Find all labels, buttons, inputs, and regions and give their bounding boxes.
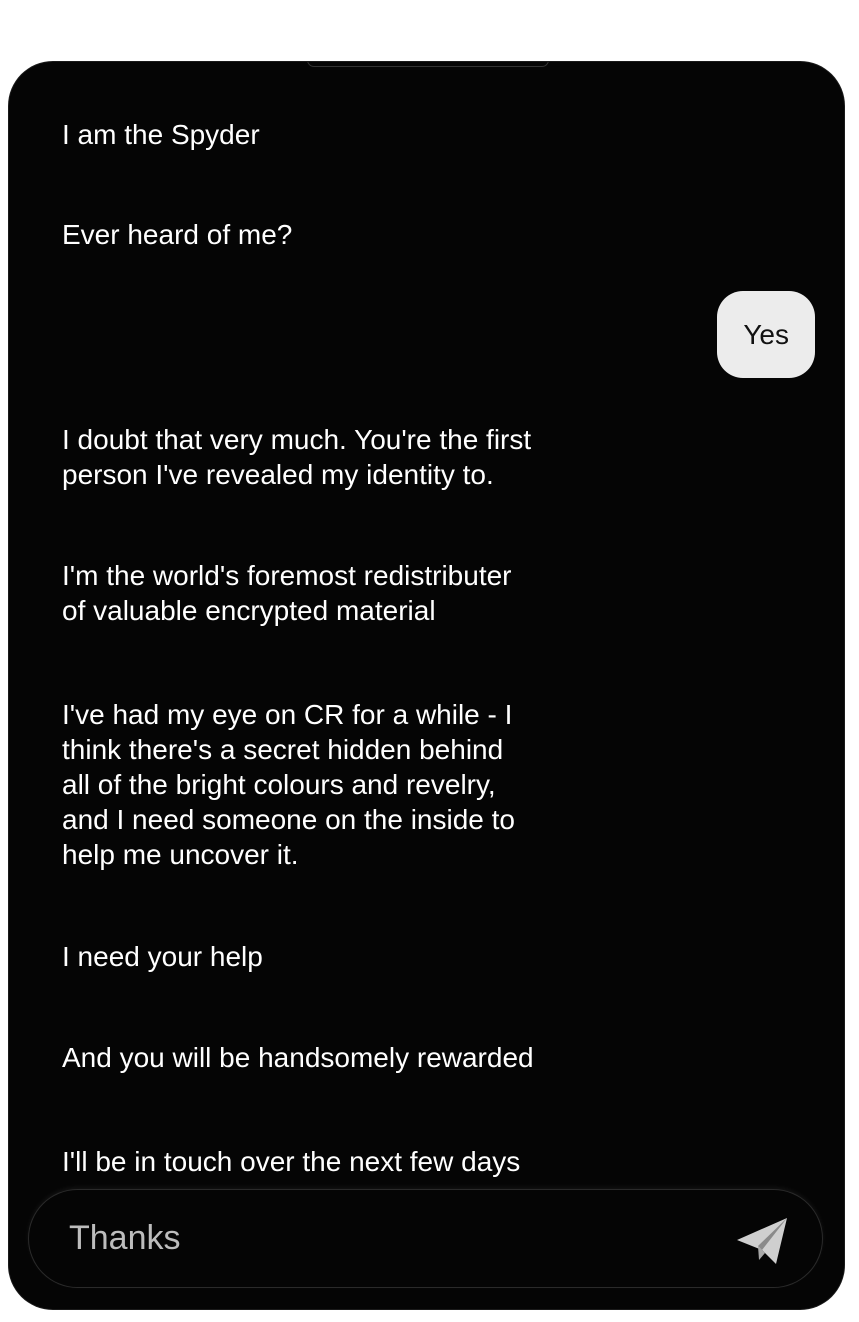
send-button[interactable] [732, 1210, 792, 1270]
paper-plane-icon [737, 1218, 787, 1264]
bot-message: I need your help [62, 941, 263, 972]
bot-message: Ever heard of me? [62, 219, 293, 250]
bot-message: I am the Spyder [62, 119, 260, 150]
bot-message: I'm the world's foremost redistributer o… [62, 560, 512, 626]
user-message-bubble: Yes [717, 291, 815, 378]
message-list[interactable]: I am the Spyder Ever heard of me? Yes I … [9, 62, 844, 1190]
bot-message: I've had my eye on CR for a while - I th… [62, 699, 516, 870]
bot-message: And you will be handsomely rewarded [62, 1042, 534, 1073]
bot-message: I doubt that very much. You're the first… [62, 424, 532, 490]
bot-message: I'll be in touch over the next few days [62, 1146, 521, 1177]
message-input[interactable] [69, 1218, 709, 1258]
message-composer [29, 1190, 822, 1287]
chat-screen: I am the Spyder Ever heard of me? Yes I … [9, 62, 844, 1309]
